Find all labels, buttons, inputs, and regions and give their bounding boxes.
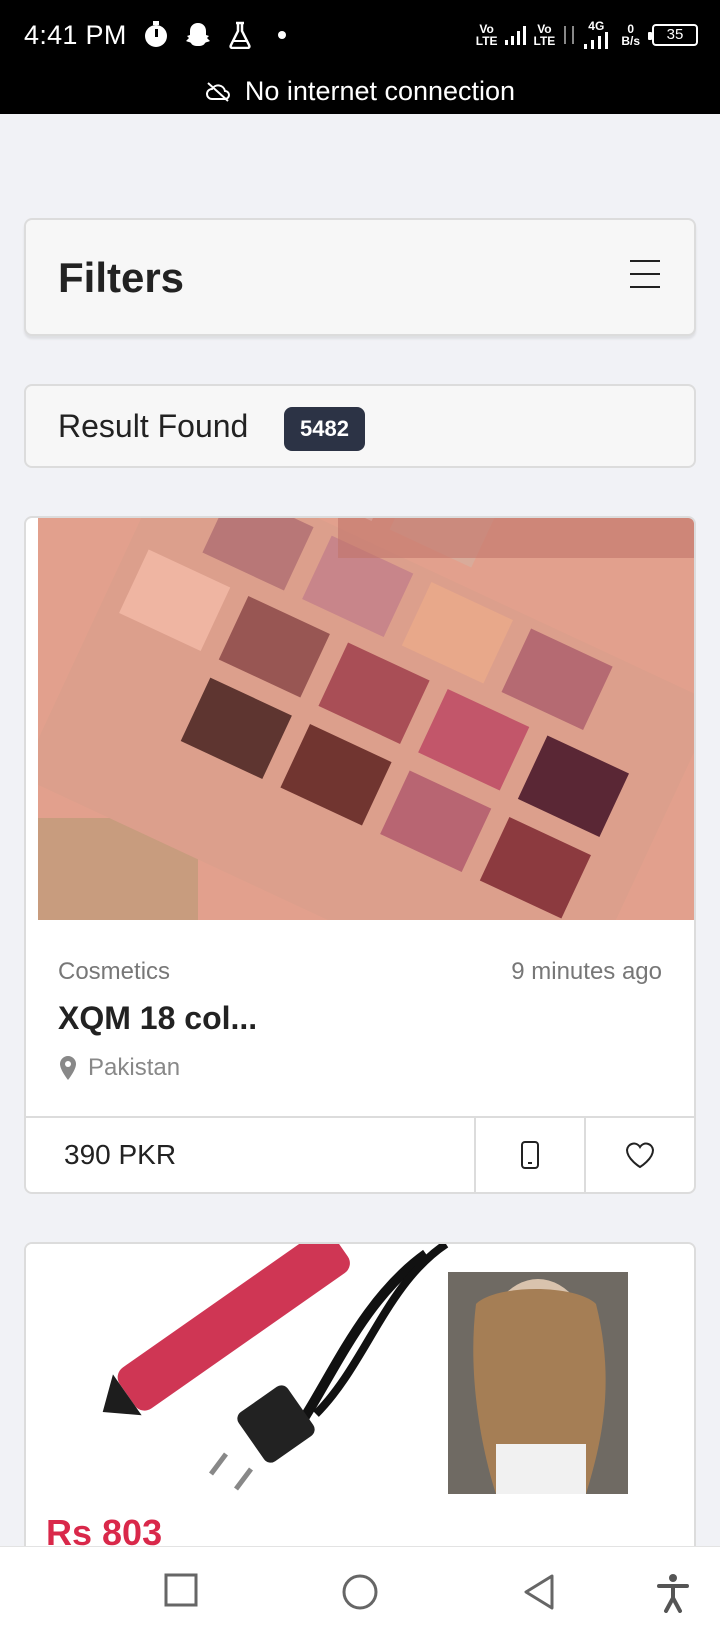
- battery-icon: 35: [648, 24, 698, 46]
- dot-icon: [268, 20, 296, 50]
- hair-straightener-photo: [26, 1244, 694, 1544]
- data-speed: 0 B/s: [621, 22, 640, 48]
- accessibility-icon[interactable]: [656, 1573, 690, 1613]
- status-time: 4:41 PM: [24, 20, 127, 50]
- product-meta: Cosmetics 9 minutes ago: [58, 958, 662, 986]
- result-label: Result Found: [58, 408, 249, 444]
- product-location: Pakistan: [58, 1054, 180, 1082]
- signal-icon: [504, 26, 526, 45]
- network-banner: No internet connection: [0, 76, 720, 107]
- timer-icon: [142, 20, 170, 50]
- product-title[interactable]: XQM 18 col...: [58, 1000, 257, 1037]
- status-left-icons: [142, 20, 296, 50]
- hamburger-menu-icon[interactable]: [630, 260, 660, 288]
- volte-icon: Vo LTE: [475, 22, 498, 48]
- data-arrows-icon: [564, 26, 575, 44]
- heart-icon: [625, 1142, 655, 1169]
- product-image[interactable]: [38, 518, 694, 920]
- status-bar: 4:41 PM Vo LTE Vo LTE 4G 0 B/s 35 No int…: [0, 0, 720, 114]
- flask-icon: [226, 20, 254, 50]
- product-footer: 390 PKR: [26, 1116, 694, 1192]
- eyeshadow-palette-photo: [38, 518, 694, 920]
- signal-4g-icon: 4G: [583, 20, 609, 50]
- system-nav-bar: [0, 1546, 720, 1640]
- result-count-card: Result Found 5482: [24, 384, 696, 468]
- product-location-text: Pakistan: [88, 1054, 181, 1081]
- product-posted-time: 9 minutes ago: [511, 958, 662, 985]
- status-right-icons: Vo LTE Vo LTE 4G 0 B/s 35: [476, 20, 698, 50]
- cloud-off-icon: [205, 81, 230, 102]
- network-banner-text: No internet connection: [244, 76, 516, 106]
- product-price: 390 PKR: [64, 1139, 177, 1170]
- phone-icon: [521, 1141, 539, 1169]
- result-count-badge: 5482: [284, 407, 365, 451]
- back-triangle-icon[interactable]: [522, 1573, 556, 1611]
- location-pin-icon: [60, 1056, 76, 1080]
- filters-card: Filters: [24, 218, 696, 336]
- product-card[interactable]: Cosmetics 9 minutes ago XQM 18 col... Pa…: [24, 516, 696, 1194]
- recents-square-icon[interactable]: [164, 1573, 198, 1607]
- favorite-button[interactable]: [584, 1118, 694, 1192]
- snapchat-icon: [184, 20, 212, 50]
- home-circle-icon[interactable]: [341, 1573, 379, 1611]
- call-button[interactable]: [474, 1118, 584, 1192]
- filters-title: Filters: [58, 254, 185, 301]
- volte-icon-2: Vo LTE: [533, 22, 556, 48]
